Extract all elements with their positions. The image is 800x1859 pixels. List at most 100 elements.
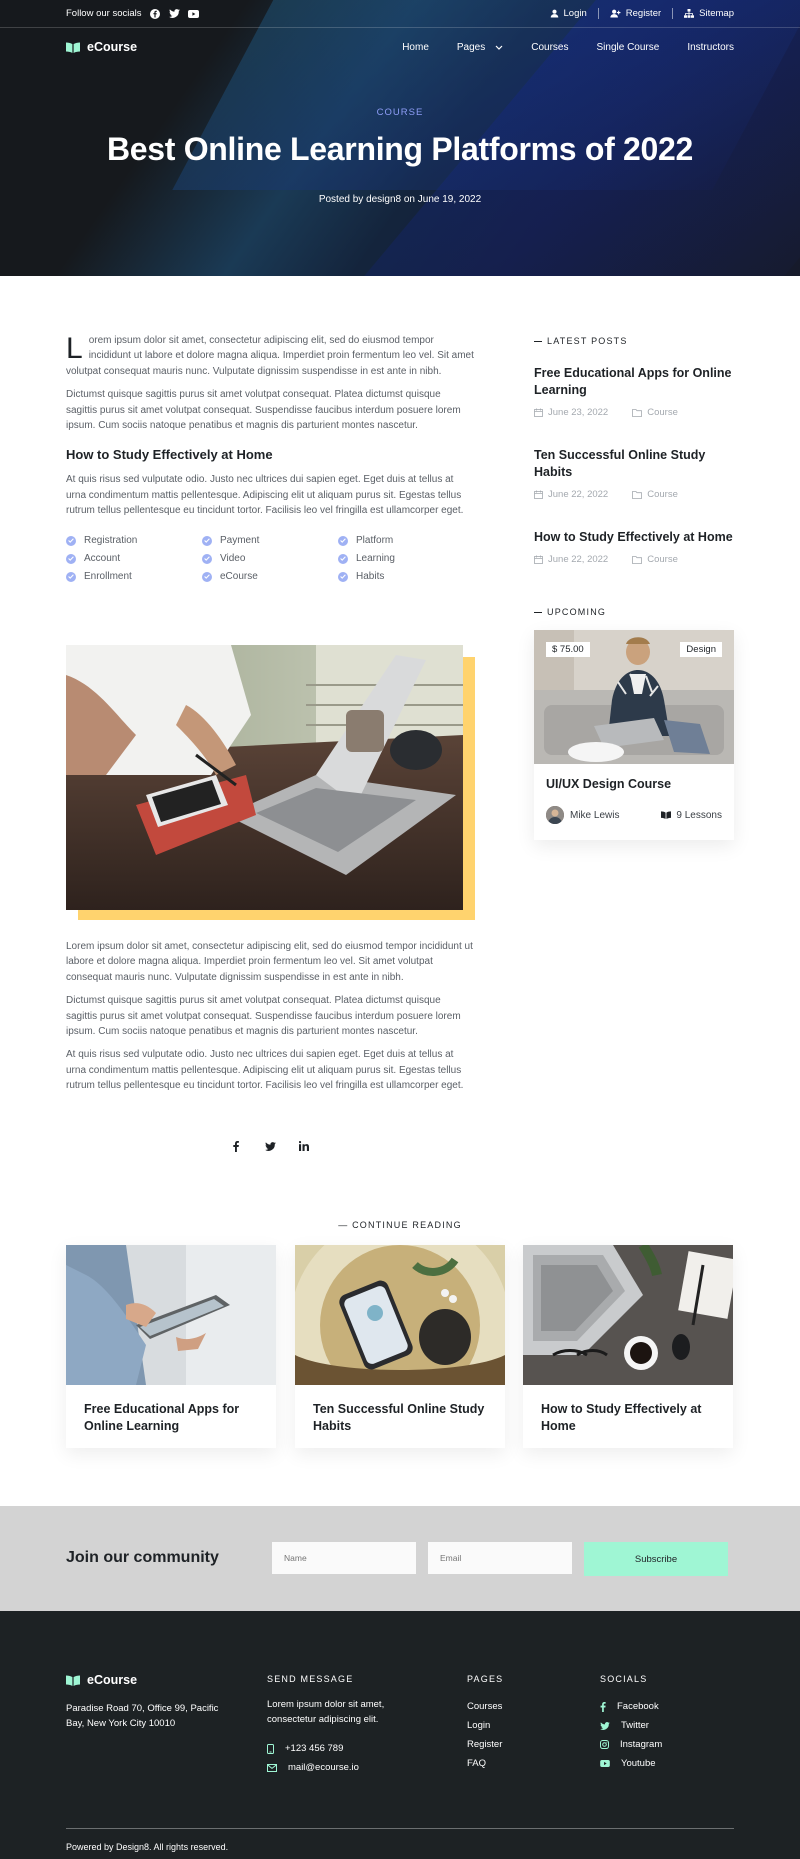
course-author[interactable]: Mike Lewis (546, 806, 619, 824)
footer-link-login[interactable]: Login (467, 1716, 503, 1735)
book-open-icon (66, 42, 80, 53)
check-icon (338, 535, 348, 546)
checklist-item: Registration (66, 535, 202, 547)
calendar-icon (534, 408, 543, 417)
nav-pages[interactable]: Pages (457, 42, 503, 53)
twitter-share-icon[interactable] (264, 1140, 276, 1152)
nav-single-course[interactable]: Single Course (597, 42, 660, 53)
footer-twitter[interactable]: Twitter (600, 1716, 662, 1735)
post-title[interactable]: Free Educational Apps for Online Learnin… (534, 365, 734, 399)
upcoming-heading: UPCOMING (534, 607, 734, 617)
footer-link-register[interactable]: Register (467, 1735, 503, 1754)
footer-email[interactable]: mail@ecourse.io (267, 1758, 407, 1777)
avatar (546, 806, 564, 824)
course-title[interactable]: UI/UX Design Course (546, 777, 671, 791)
related-post-card[interactable]: Free Educational Apps for Online Learnin… (66, 1245, 276, 1448)
facebook-icon (600, 1701, 606, 1712)
related-post-title[interactable]: How to Study Effectively at Home (541, 1401, 719, 1435)
lessons-count: 9 Lessons (661, 810, 722, 821)
check-icon (202, 553, 212, 564)
login-link[interactable]: Login (550, 8, 587, 19)
course-tag[interactable]: Design (680, 642, 722, 657)
send-message-text: Lorem ipsum dolor sit amet, consectetur … (267, 1699, 385, 1725)
send-message-heading: SEND MESSAGE (267, 1674, 354, 1684)
follow-label: Follow our socials (66, 8, 142, 19)
related-post-card[interactable]: How to Study Effectively at Home (523, 1245, 733, 1448)
header-divider (0, 27, 800, 28)
related-post-title[interactable]: Ten Successful Online Study Habits (313, 1401, 491, 1435)
register-link[interactable]: Register (610, 8, 661, 19)
youtube-icon (600, 1760, 610, 1767)
footer-link-faq[interactable]: FAQ (467, 1754, 503, 1773)
footer-youtube[interactable]: Youtube (600, 1754, 662, 1773)
brand-logo[interactable]: eCourse (66, 40, 137, 54)
related-post-card[interactable]: Ten Successful Online Study Habits (295, 1245, 505, 1448)
twitter-icon[interactable] (168, 8, 180, 19)
footer-facebook[interactable]: Facebook (600, 1697, 662, 1716)
folder-icon (632, 555, 643, 564)
latest-posts-heading: LATEST POSTS (534, 336, 734, 346)
check-icon (66, 571, 76, 582)
post-category[interactable]: COURSE (0, 107, 800, 118)
twitter-icon (600, 1721, 610, 1730)
check-icon (66, 553, 76, 564)
checklist-item: Enrollment (66, 571, 202, 583)
latest-post[interactable]: Free Educational Apps for Online Learnin… (534, 365, 734, 418)
article-paragraph: Lorem ipsum dolor sit amet, consectetur … (66, 941, 473, 983)
book-icon (661, 811, 672, 819)
related-post-title[interactable]: Free Educational Apps for Online Learnin… (84, 1401, 262, 1435)
checklist-item: Payment (202, 535, 338, 547)
instagram-icon (600, 1740, 609, 1749)
sitemap-link[interactable]: Sitemap (684, 8, 734, 19)
drop-cap: L (66, 332, 83, 365)
linkedin-share-icon[interactable] (298, 1140, 310, 1152)
article-subheading: How to Study Effectively at Home (66, 447, 273, 463)
send-message-column: SEND MESSAGE Lorem ipsum dolor sit amet,… (267, 1674, 407, 1777)
email-input[interactable] (428, 1542, 572, 1574)
article-image (66, 645, 475, 920)
folder-icon (632, 408, 643, 417)
footer-phone[interactable]: +123 456 789 (267, 1739, 407, 1758)
course-card[interactable]: $ 75.00 Design UI/UX Design Course Mike … (534, 630, 734, 840)
nav-instructors[interactable]: Instructors (687, 42, 734, 53)
footer-brand-logo[interactable]: eCourse (66, 1673, 137, 1687)
subscribe-button[interactable]: Subscribe (584, 1542, 728, 1576)
copyright: Powered by Design8. All rights reserved. (66, 1842, 229, 1852)
socials-heading: SOCIALS (600, 1674, 648, 1684)
article-paragraph: L orem ipsum dolor sit amet, consectetur… (66, 332, 474, 377)
continue-reading-heading: — CONTINUE READING (338, 1220, 462, 1230)
facebook-icon[interactable] (150, 8, 161, 19)
post-title[interactable]: How to Study Effectively at Home (534, 529, 734, 546)
youtube-icon[interactable] (187, 8, 199, 19)
nav-courses[interactable]: Courses (531, 42, 568, 53)
check-icon (66, 535, 76, 546)
calendar-icon (534, 490, 543, 499)
user-plus-icon (610, 9, 621, 18)
nav-home[interactable]: Home (402, 42, 429, 53)
post-title[interactable]: Ten Successful Online Study Habits (534, 447, 734, 481)
newsletter-heading: Join our community (66, 1549, 219, 1566)
post-meta: Posted by design8 on June 19, 2022 (318, 194, 482, 205)
checklist-item: Video (202, 553, 338, 565)
article-paragraph: Dictumst quisque sagittis purus sit amet… (66, 995, 461, 1038)
check-icon (202, 571, 212, 582)
checklist-item: Learning (338, 553, 474, 565)
footer-link-courses[interactable]: Courses (467, 1697, 503, 1716)
facebook-share-icon[interactable] (230, 1140, 242, 1152)
chevron-down-icon (495, 45, 503, 50)
latest-post[interactable]: How to Study Effectively at Home June 22… (534, 529, 734, 565)
phone-table-photo (295, 1245, 505, 1385)
checklist-item: Account (66, 553, 202, 565)
checklist-item: eCourse (202, 571, 338, 583)
page-title: Best Online Learning Platforms of 2022 (106, 131, 694, 167)
main-nav: eCourse Home Pages Courses Single Course… (66, 36, 734, 58)
latest-post[interactable]: Ten Successful Online Study Habits June … (534, 447, 734, 500)
name-input[interactable] (272, 1542, 416, 1574)
course-price: $ 75.00 (546, 642, 590, 657)
footer-instagram[interactable]: Instagram (600, 1735, 662, 1754)
phone-icon (267, 1743, 274, 1754)
tablet-photo (66, 1245, 276, 1385)
check-icon (338, 553, 348, 564)
topbar: Follow our socials Login Register Sitema… (66, 0, 734, 27)
check-icon (202, 535, 212, 546)
